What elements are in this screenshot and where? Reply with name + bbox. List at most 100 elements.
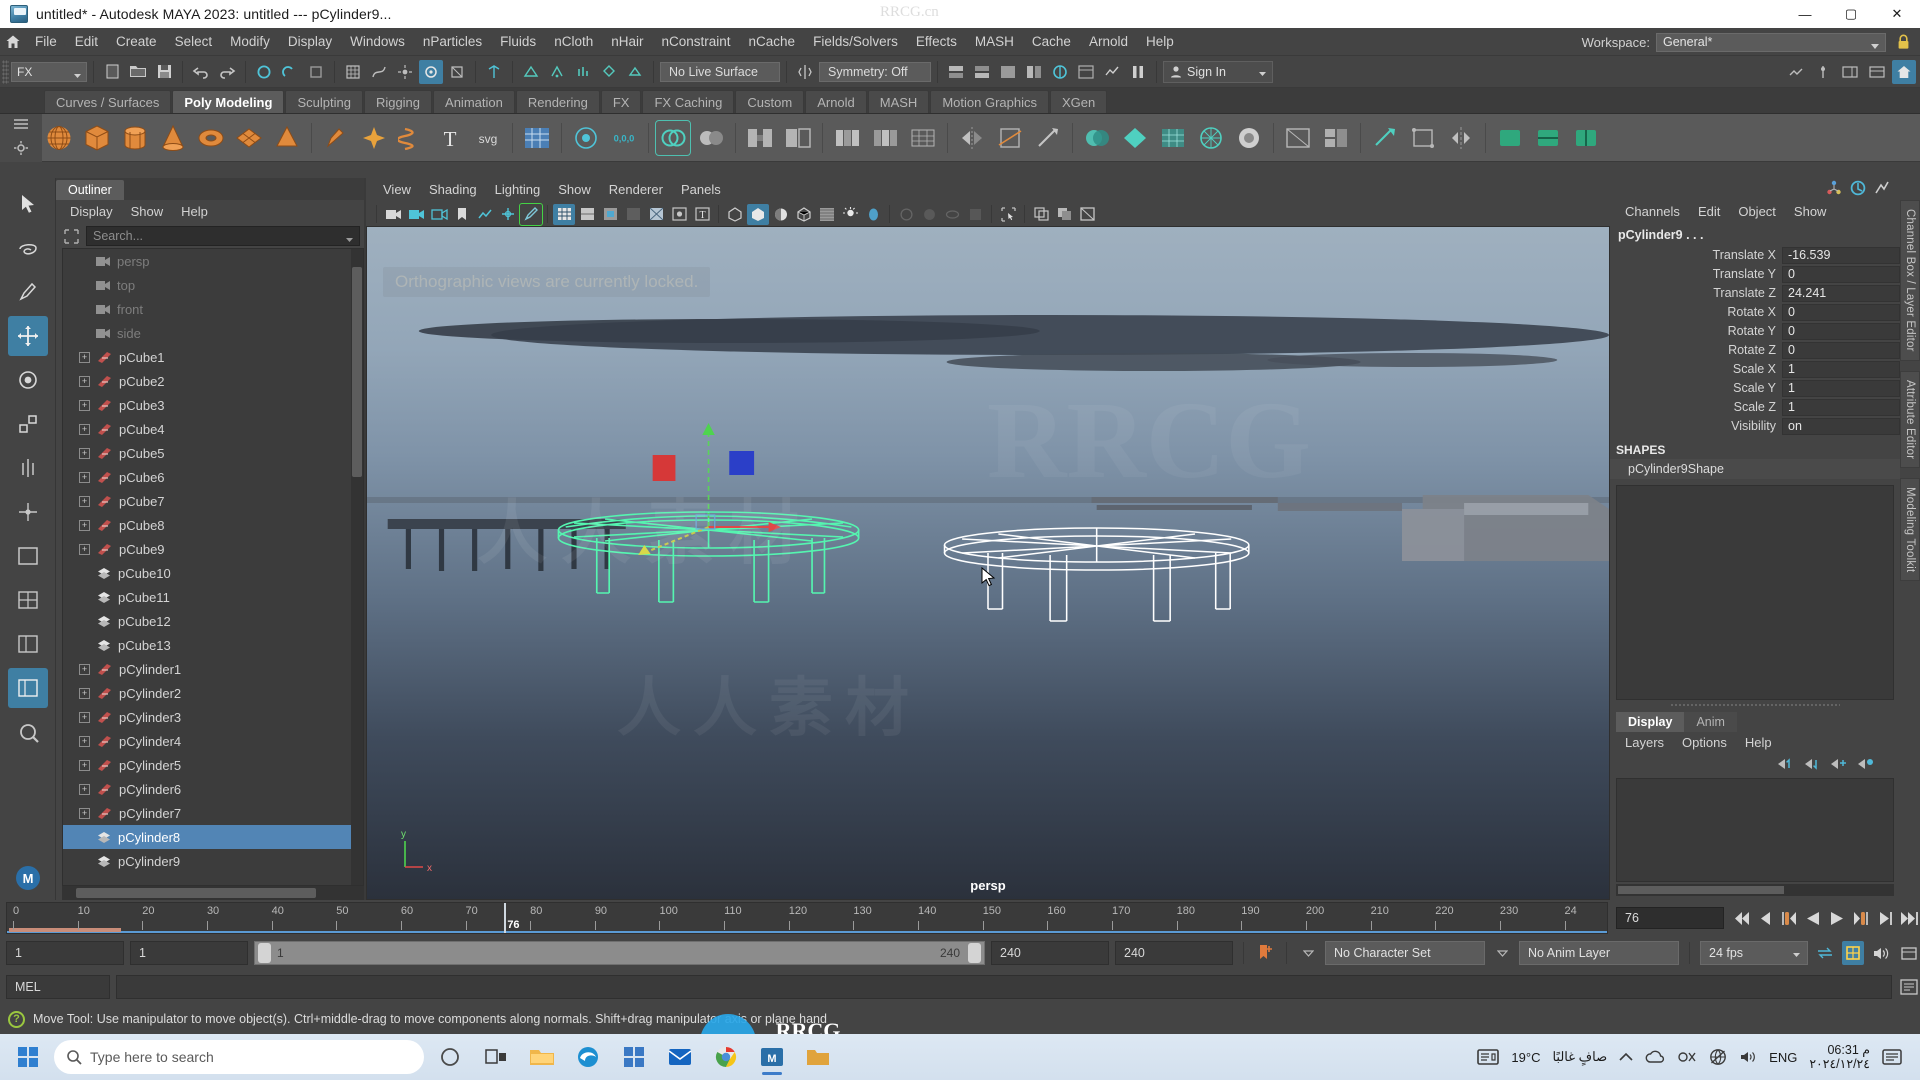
single-perspective-layout-button[interactable] [8,536,48,576]
go-to-end-button[interactable] [1898,906,1920,930]
modeling-toolkit-toggle-icon[interactable] [1784,60,1808,84]
poly-extrude-icon[interactable] [830,121,864,155]
animation-layer-options-icon[interactable] [1898,941,1920,965]
menu-modify[interactable]: Modify [221,28,279,56]
viewport-select-icon[interactable] [997,204,1019,225]
shelf-menu-icon[interactable] [13,118,29,133]
previous-key-button[interactable] [1778,906,1800,930]
channel-row-rotate-z[interactable]: Rotate Z 0 [1610,341,1900,359]
viewport-menu-view[interactable]: View [374,179,420,201]
input-output-icon-d[interactable] [1022,60,1046,84]
menu-ncache[interactable]: nCache [740,28,805,56]
outliner-item-pcube9[interactable]: + pCube9 [63,537,363,561]
notification-center-icon[interactable] [1882,1048,1902,1066]
menu-arnold[interactable]: Arnold [1080,28,1137,56]
outliner-item-side[interactable]: side [63,321,363,345]
poly-cut-icon[interactable] [993,121,1027,155]
grease-pencil-icon[interactable] [519,202,543,226]
script-editor-button[interactable] [1898,975,1920,999]
redo-button[interactable] [215,60,239,84]
poly-bridge-icon[interactable] [743,121,777,155]
menu-ncloth[interactable]: nCloth [545,28,602,56]
menu-select[interactable]: Select [166,28,222,56]
channel-attr-value[interactable]: 1 [1782,398,1900,416]
xray-joints-icon[interactable] [668,204,690,225]
outliner-item-pcube12[interactable]: pCube12 [63,609,363,633]
start-button[interactable] [8,1039,48,1075]
layer-list[interactable] [1616,778,1894,882]
onedrive-icon[interactable] [1645,1049,1665,1065]
outliner-item-pcylinder8[interactable]: pCylinder8 [63,825,363,849]
range-start-handle[interactable] [258,943,271,963]
crease-tool-icon[interactable] [1368,121,1402,155]
expand-toggle-icon[interactable]: + [79,687,90,699]
poly-cone-icon[interactable] [156,121,190,155]
menu-cache[interactable]: Cache [1023,28,1080,56]
poly-boolean-icon[interactable] [1080,121,1114,155]
shelf-options-icon[interactable] [13,140,29,159]
use-default-material-icon[interactable] [622,204,644,225]
attribute-editor-icon[interactable] [1850,180,1866,199]
show-manipulator-attr-icon[interactable] [1826,180,1842,199]
workspace-dropdown[interactable]: General* [1656,32,1886,52]
expand-toggle-icon[interactable]: + [79,735,90,747]
film-gate-icon[interactable] [964,204,986,225]
anim-layer-dropdown-arrow[interactable] [1491,941,1513,965]
next-key-button[interactable] [1850,906,1872,930]
svg-tool-icon[interactable]: svg [471,121,505,155]
tab-anim-layers[interactable]: Anim [1684,712,1737,732]
outliner-item-persp[interactable]: persp [63,249,363,273]
outliner-item-front[interactable]: front [63,297,363,321]
rotate-tool-button[interactable] [8,360,48,400]
scrollbar-thumb[interactable] [352,267,362,477]
network-globe-icon[interactable] [1709,1048,1727,1066]
viewport-menu-panels[interactable]: Panels [672,179,730,201]
poly-green-a-icon[interactable] [1493,121,1527,155]
shadows-icon[interactable] [770,204,792,225]
channel-menu-channels[interactable]: Channels [1616,201,1689,223]
channel-attr-value[interactable]: 1 [1782,379,1900,397]
io-panel-icon[interactable] [1074,60,1098,84]
render-current-frame-button[interactable] [519,60,543,84]
chrome-browser-icon[interactable] [706,1037,746,1077]
select-by-object-type-button[interactable] [278,60,302,84]
animation-end-time-field[interactable]: 240 [1115,941,1233,965]
outliner-item-pcube3[interactable]: + pCube3 [63,393,363,417]
open-scene-button[interactable] [126,60,150,84]
paint-select-tool-button[interactable] [8,272,48,312]
character-set-dropdown-arrow[interactable] [1297,941,1319,965]
render-view-button[interactable] [623,60,647,84]
outliner-item-pcylinder1[interactable]: + pCylinder1 [63,657,363,681]
viewport-menu-renderer[interactable]: Renderer [600,179,672,201]
outliner-item-pcube5[interactable]: + pCube5 [63,441,363,465]
workspace-home-toggle-icon[interactable] [1892,60,1916,84]
expand-toggle-icon[interactable]: + [79,375,90,387]
outliner-item-pcube4[interactable]: + pCube4 [63,417,363,441]
expand-toggle-icon[interactable]: + [79,471,90,483]
task-view-icon[interactable] [476,1037,516,1077]
menu-create[interactable]: Create [107,28,166,56]
select-tool-button[interactable] [8,184,48,224]
play-forwards-button[interactable] [1826,906,1848,930]
construction-history-button[interactable] [482,60,506,84]
outliner-item-pcylinder6[interactable]: + pCylinder6 [63,777,363,801]
sign-in-button[interactable]: Sign In [1163,60,1273,83]
camera-bookmark-icon[interactable] [428,204,450,225]
channel-row-scale-x[interactable]: Scale X 1 [1610,360,1900,378]
quad-draw-icon[interactable] [1406,121,1440,155]
outliner-item-pcube1[interactable]: + pCube1 [63,345,363,369]
channel-menu-object[interactable]: Object [1729,201,1785,223]
scrollbar-thumb[interactable] [76,888,316,898]
layer-menu-options[interactable]: Options [1673,733,1736,753]
home-icon[interactable] [0,28,26,56]
four-view-layout-button[interactable] [8,580,48,620]
poly-bevel-icon[interactable] [868,121,902,155]
poly-torus-icon[interactable] [194,121,228,155]
search-input[interactable]: Search... [86,226,360,246]
time-slider[interactable]: 76 0 10 20 30 40 50 60 70 80 90 100 110 120 130 140 150… [6,902,1608,934]
hypershade-layout-button[interactable] [8,712,48,752]
current-frame-field[interactable]: 76 [1616,907,1724,929]
type-tool-icon[interactable]: T [433,121,467,155]
poly-combine-icon[interactable] [655,119,691,156]
command-mel-label[interactable]: MEL [6,975,110,999]
